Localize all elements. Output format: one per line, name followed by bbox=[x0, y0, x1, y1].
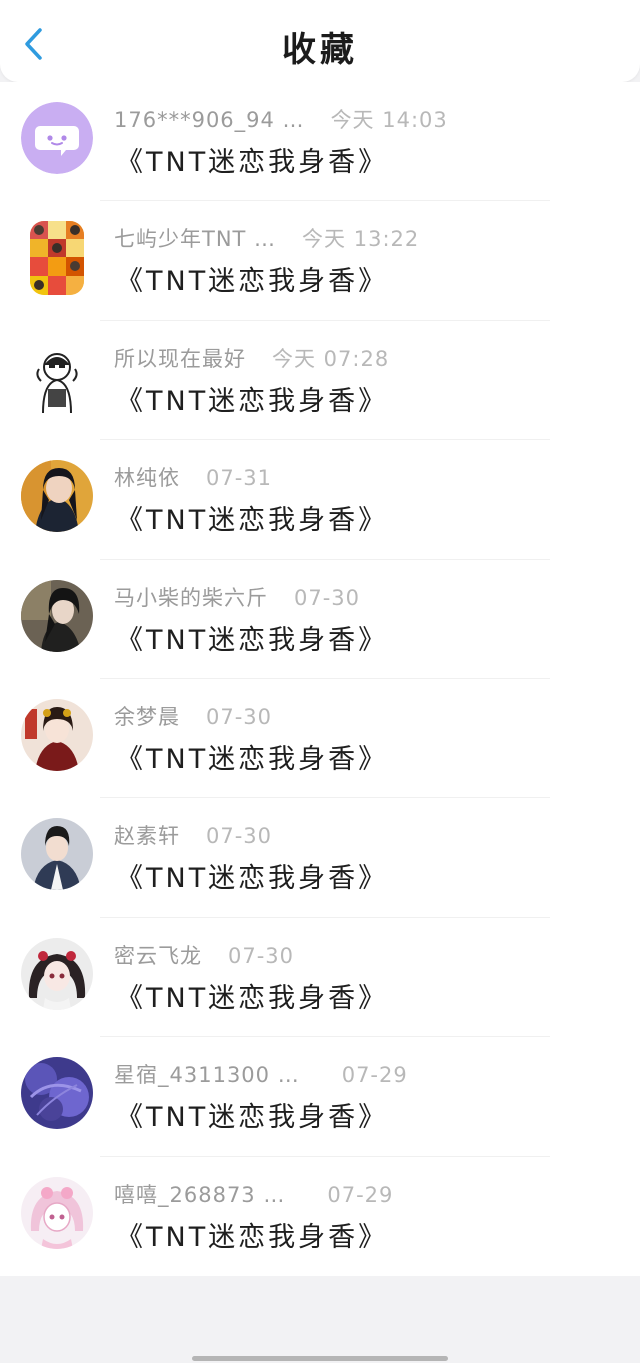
avatar bbox=[21, 937, 93, 1010]
timestamp: 07-29 bbox=[327, 1182, 394, 1207]
item-meta: 密云飞龙 07-30 bbox=[114, 940, 294, 970]
username: 176***906_94 … bbox=[114, 108, 305, 132]
page-title: 收藏 bbox=[282, 30, 358, 70]
item-meta: 马小柴的柴六斤 07-30 bbox=[114, 582, 360, 612]
item-meta: 所以现在最好 今天 07:28 bbox=[114, 343, 389, 373]
item-meta: 176***906_94 … 今天 14:03 bbox=[114, 104, 448, 134]
item-meta: 七屿少年TNT … 今天 13:22 bbox=[114, 223, 419, 253]
anime-portrait bbox=[21, 1176, 93, 1249]
avatar bbox=[30, 221, 84, 296]
username: 所以现在最好 bbox=[114, 346, 246, 371]
timestamp: 今天 07:28 bbox=[272, 346, 390, 371]
song-title: 《TNT迷恋我身香》 bbox=[116, 1221, 389, 1253]
song-title: 《TNT迷恋我身香》 bbox=[116, 982, 389, 1014]
header: 收藏 bbox=[0, 0, 640, 82]
song-title: 《TNT迷恋我身香》 bbox=[116, 385, 389, 417]
list-item[interactable]: 林纯依 07-31 《TNT迷恋我身香》 bbox=[0, 440, 640, 560]
avatar bbox=[21, 1176, 93, 1249]
username: 马小柴的柴六斤 bbox=[114, 585, 268, 610]
item-meta: 星宿_4311300 … 07-29 bbox=[114, 1059, 408, 1089]
timestamp: 07-30 bbox=[294, 585, 361, 610]
avatar bbox=[21, 818, 93, 891]
song-title: 《TNT迷恋我身香》 bbox=[116, 505, 389, 537]
avatar bbox=[21, 1057, 93, 1130]
bottom-blank-area bbox=[0, 1276, 640, 1363]
list-item[interactable]: 赵素轩 07-30 《TNT迷恋我身香》 bbox=[0, 798, 640, 919]
item-meta: 赵素轩 07-30 bbox=[114, 820, 272, 850]
timestamp: 07-30 bbox=[206, 704, 273, 729]
list-item[interactable]: 余梦晨 07-30 《TNT迷恋我身香》 bbox=[0, 679, 640, 799]
favorites-list: 176***906_94 … 今天 14:03 《TNT迷恋我身香》 七屿少年T… bbox=[0, 82, 640, 1276]
portrait-photo bbox=[21, 460, 93, 533]
list-item[interactable]: 马小柴的柴六斤 07-30 《TNT迷恋我身香》 bbox=[0, 560, 640, 680]
timestamp: 07-29 bbox=[341, 1063, 408, 1088]
item-meta: 余梦晨 07-30 bbox=[114, 701, 272, 731]
home-indicator[interactable] bbox=[192, 1356, 448, 1361]
username: 嘻嘻_268873 … bbox=[114, 1182, 286, 1207]
sketch-girl-image bbox=[21, 340, 93, 413]
collage-image bbox=[30, 221, 84, 296]
timestamp: 07-31 bbox=[206, 466, 273, 491]
song-title: 《TNT迷恋我身香》 bbox=[116, 624, 389, 656]
timestamp: 今天 13:22 bbox=[302, 227, 420, 252]
username: 七屿少年TNT … bbox=[114, 227, 277, 252]
song-title: 《TNT迷恋我身香》 bbox=[116, 863, 389, 895]
list-item[interactable]: 嘻嘻_268873 … 07-29 《TNT迷恋我身香》 bbox=[0, 1157, 640, 1276]
item-meta: 嘻嘻_268873 … 07-29 bbox=[114, 1179, 393, 1209]
avatar bbox=[21, 698, 93, 771]
avatar bbox=[21, 460, 93, 533]
timestamp: 07-30 bbox=[228, 943, 295, 968]
song-title: 《TNT迷恋我身香》 bbox=[116, 266, 389, 298]
list-item[interactable]: 176***906_94 … 今天 14:03 《TNT迷恋我身香》 bbox=[0, 82, 640, 202]
song-title: 《TNT迷恋我身香》 bbox=[116, 743, 389, 775]
list-item[interactable]: 密云飞龙 07-30 《TNT迷恋我身香》 bbox=[0, 918, 640, 1038]
chat-bubble-icon bbox=[21, 102, 93, 174]
list-item[interactable]: 所以现在最好 今天 07:28 《TNT迷恋我身香》 bbox=[0, 321, 640, 441]
avatar bbox=[21, 102, 93, 174]
song-title: 《TNT迷恋我身香》 bbox=[116, 1102, 389, 1134]
timestamp: 今天 14:03 bbox=[330, 108, 448, 132]
portrait-photo bbox=[21, 579, 93, 652]
timestamp: 07-30 bbox=[206, 824, 273, 849]
purple-abstract-image bbox=[21, 1057, 93, 1130]
portrait-photo bbox=[21, 818, 93, 891]
avatar bbox=[21, 340, 93, 413]
avatar bbox=[21, 579, 93, 652]
portrait-photo bbox=[21, 698, 93, 771]
username: 星宿_4311300 … bbox=[114, 1063, 300, 1088]
list-item[interactable]: 星宿_4311300 … 07-29 《TNT迷恋我身香》 bbox=[0, 1037, 640, 1157]
song-title: 《TNT迷恋我身香》 bbox=[116, 147, 389, 178]
username: 林纯依 bbox=[114, 466, 180, 491]
username: 赵素轩 bbox=[114, 824, 180, 849]
username: 余梦晨 bbox=[114, 704, 180, 729]
anime-portrait bbox=[21, 937, 93, 1010]
list-item[interactable]: 七屿少年TNT … 今天 13:22 《TNT迷恋我身香》 bbox=[0, 201, 640, 322]
username: 密云飞龙 bbox=[114, 943, 202, 968]
item-meta: 林纯依 07-31 bbox=[114, 462, 272, 492]
